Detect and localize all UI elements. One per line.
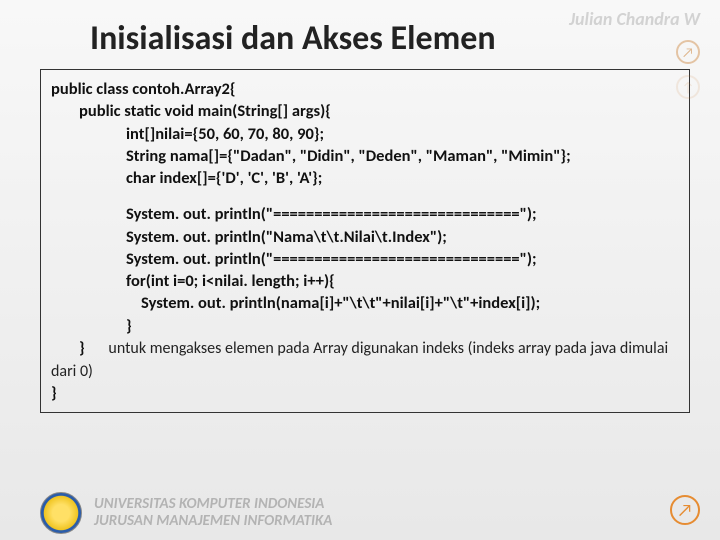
code-line: int[]nilai={50, 60, 70, 80, 90}; [51, 123, 679, 145]
code-line: System. out. println("==================… [51, 203, 679, 225]
code-line: public static void main(String[] args){ [51, 100, 679, 122]
arrow-up-icon: ↑ [676, 75, 700, 99]
code-line: } [51, 382, 679, 404]
code-line: char index[]={'D', 'C', 'B', 'A'}; [51, 167, 679, 189]
code-line: System. out. println(nama[i]+"\t\t"+nila… [51, 292, 679, 314]
code-line: } untuk mengakses elemen pada Array digu… [51, 337, 679, 382]
footer: UNIVERSITAS KOMPUTER INDONESIA JURUSAN M… [0, 485, 720, 540]
code-block: public class contoh.Array2{ public stati… [40, 69, 690, 413]
code-line: System. out. println("Nama\t\t.Nilai\t.I… [51, 226, 679, 248]
code-line: System. out. println("==================… [51, 248, 679, 270]
next-arrow-icon[interactable]: ↗ [670, 495, 700, 525]
arrow-up-icon: ↗ [676, 40, 700, 64]
author-watermark: Julian Chandra W [569, 8, 700, 30]
code-line: String nama[]={"Dadan", "Didin", "Deden"… [51, 145, 679, 167]
code-line: for(int i=0; i<nilai. length; i++){ [51, 270, 679, 292]
footer-line2: JURUSAN MANAJEMEN INFORMATIKA [94, 513, 332, 530]
footer-text: UNIVERSITAS KOMPUTER INDONESIA JURUSAN M… [94, 496, 332, 529]
footer-line1: UNIVERSITAS KOMPUTER INDONESIA [94, 496, 332, 513]
annotation-text: untuk mengakses elemen pada Array diguna… [51, 335, 668, 381]
university-logo-icon [40, 492, 82, 534]
code-line: public class contoh.Array2{ [51, 78, 679, 100]
code-line: } [51, 315, 679, 337]
